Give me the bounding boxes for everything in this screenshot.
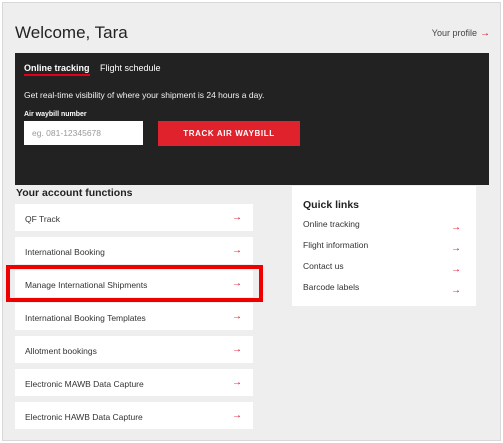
arrow-right-icon: → xyxy=(232,311,242,322)
tracking-form: TRACK AIR WAYBILL xyxy=(24,121,480,146)
tracking-tabs: Online tracking Flight schedule xyxy=(24,63,480,79)
arrow-right-icon: → xyxy=(232,344,242,355)
account-functions-list: QF Track → International Booking → Manag… xyxy=(15,204,253,435)
account-functions-title: Your account functions xyxy=(16,187,133,199)
arrow-right-icon: → xyxy=(232,278,242,289)
tracking-panel: Online tracking Flight schedule Get real… xyxy=(15,53,489,185)
arrow-right-icon: → xyxy=(232,410,242,421)
function-international-booking[interactable]: International Booking → xyxy=(15,237,253,264)
air-waybill-label: Air waybill number xyxy=(24,111,87,118)
your-profile-label: Your profile xyxy=(431,28,477,38)
quick-links-card: Quick links Online tracking → Flight inf… xyxy=(292,186,476,306)
function-qf-track[interactable]: QF Track → xyxy=(15,204,253,231)
arrow-right-icon: → xyxy=(480,28,490,39)
quick-link-online-tracking[interactable]: Online tracking → xyxy=(303,216,465,237)
arrow-right-icon: → xyxy=(451,264,461,275)
air-waybill-input[interactable] xyxy=(24,121,143,145)
function-label: International Booking Templates xyxy=(25,313,146,323)
function-label: Manage International Shipments xyxy=(25,280,148,290)
quick-link-contact-us[interactable]: Contact us → xyxy=(303,258,465,279)
quick-link-label: Flight information xyxy=(303,240,369,250)
quick-link-label: Online tracking xyxy=(303,219,360,229)
function-label: Allotment bookings xyxy=(25,346,97,356)
arrow-right-icon: → xyxy=(451,222,461,233)
function-label: International Booking xyxy=(25,247,105,257)
tab-flight-schedule[interactable]: Flight schedule xyxy=(100,63,161,73)
function-electronic-mawb-data-capture[interactable]: Electronic MAWB Data Capture → xyxy=(15,369,253,396)
quick-link-flight-information[interactable]: Flight information → xyxy=(303,237,465,258)
quick-links-title: Quick links xyxy=(303,199,360,211)
quick-link-barcode-labels[interactable]: Barcode labels → xyxy=(303,279,465,300)
function-label: Electronic HAWB Data Capture xyxy=(25,412,143,422)
arrow-right-icon: → xyxy=(451,243,461,254)
quick-link-label: Barcode labels xyxy=(303,282,360,292)
arrow-right-icon: → xyxy=(232,377,242,388)
function-international-booking-templates[interactable]: International Booking Templates → xyxy=(15,303,253,330)
quick-link-label: Contact us xyxy=(303,261,344,271)
page-header: Welcome, Tara Your profile → xyxy=(15,20,495,46)
function-electronic-hawb-data-capture[interactable]: Electronic HAWB Data Capture → xyxy=(15,402,253,429)
tab-online-tracking[interactable]: Online tracking xyxy=(24,63,90,76)
function-manage-international-shipments[interactable]: Manage International Shipments → xyxy=(15,270,253,297)
function-allotment-bookings[interactable]: Allotment bookings → xyxy=(15,336,253,363)
welcome-heading: Welcome, Tara xyxy=(15,23,128,42)
track-air-waybill-button[interactable]: TRACK AIR WAYBILL xyxy=(158,121,300,146)
arrow-right-icon: → xyxy=(232,212,242,223)
function-label: Electronic MAWB Data Capture xyxy=(25,379,144,389)
arrow-right-icon: → xyxy=(451,285,461,296)
quick-links-list: Online tracking → Flight information → C… xyxy=(303,216,465,300)
arrow-right-icon: → xyxy=(232,245,242,256)
your-profile-link[interactable]: Your profile → xyxy=(432,28,490,39)
tracking-description: Get real-time visibility of where your s… xyxy=(24,90,265,100)
function-label: QF Track xyxy=(25,214,60,224)
